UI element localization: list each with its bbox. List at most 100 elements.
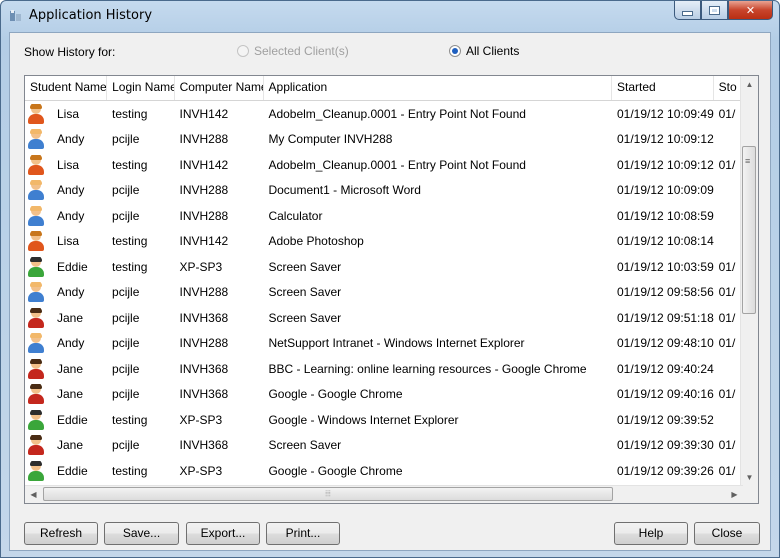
scrollbar-corner	[741, 486, 758, 503]
column-started[interactable]: Started	[612, 76, 714, 100]
radio-circle-icon	[237, 45, 249, 57]
horizontal-scroll-thumb[interactable]: ⦙⦙⦙	[43, 487, 613, 501]
cell-student-name: Jane	[25, 384, 107, 405]
cell-computer-name: INVH288	[179, 285, 229, 300]
cell-started: 01/19/12 09:39:52	[616, 412, 714, 427]
cell-student-name: Lisa	[25, 103, 107, 124]
cell-student-name: Jane	[25, 307, 107, 328]
minimize-button[interactable]	[674, 1, 701, 20]
all-clients-radio[interactable]: All Clients	[449, 44, 519, 58]
cell-application: Google - Google Chrome	[268, 463, 403, 478]
help-button[interactable]: Help	[614, 522, 688, 545]
student-avatar-icon	[27, 460, 45, 481]
student-avatar-icon	[27, 205, 45, 226]
column-stopped[interactable]: Sto	[714, 76, 743, 100]
vertical-scroll-thumb[interactable]	[742, 146, 756, 314]
cell-started: 01/19/12 10:03:59	[616, 259, 714, 274]
student-name-text: Lisa	[57, 234, 80, 249]
cell-login-name: pcijle	[112, 336, 140, 351]
history-list[interactable]: Student Name Login Name Computer Name Ap…	[24, 75, 759, 504]
save-button[interactable]: Save...	[104, 522, 179, 545]
cell-computer-name: INVH288	[179, 208, 229, 223]
export-button[interactable]: Export...	[186, 522, 260, 545]
close-window-button[interactable]: ✕	[728, 1, 773, 20]
app-history-icon	[10, 10, 21, 21]
cell-login-name: pcijle	[112, 438, 140, 453]
caption-buttons: ✕	[674, 1, 773, 21]
cell-stopped: 01/	[718, 463, 736, 478]
minimize-icon	[682, 10, 693, 16]
student-name-text: Lisa	[57, 157, 80, 172]
table-row[interactable]: Andy pcijle INVH288 Document1 - Microsoft W…	[25, 178, 743, 204]
table-row[interactable]: Andy pcijle INVH288 Calculator 01/19/12 10:0…	[25, 203, 743, 229]
table-row[interactable]: Jane pcijle INVH368 Screen Saver 01/19/12 09…	[25, 433, 743, 459]
application-history-window: Application History ✕ Show History for: …	[0, 0, 780, 558]
column-login-name[interactable]: Login Name	[107, 76, 175, 100]
cell-login-name: testing	[112, 234, 148, 249]
table-row[interactable]: Lisa testing INVH142 Adobelm_Cleanup.0001 -…	[25, 152, 743, 178]
student-name-text: Andy	[57, 208, 85, 223]
cell-started: 01/19/12 10:09:12	[616, 157, 714, 172]
column-computer-name[interactable]: Computer Name	[175, 76, 264, 100]
list-rows: Lisa testing INVH142 Adobelm_Cleanup.0001 -…	[25, 101, 743, 503]
student-avatar-icon	[27, 231, 45, 252]
horizontal-scrollbar[interactable]: ◀ ⦙⦙⦙ ▶	[25, 485, 743, 503]
cell-student-name: Eddie	[25, 256, 107, 277]
table-row[interactable]: Lisa testing INVH142 Adobe Photoshop 01/19/1…	[25, 229, 743, 255]
table-row[interactable]: Eddie testing XP-SP3 Google - Google Chrome…	[25, 458, 743, 484]
table-row[interactable]: Eddie testing XP-SP3 Google - Windows Inter…	[25, 407, 743, 433]
column-application[interactable]: Application	[264, 76, 612, 100]
title-bar[interactable]: Application History ✕	[1, 1, 779, 31]
cell-started: 01/19/12 10:09:49	[616, 106, 714, 121]
scroll-left-icon[interactable]: ◀	[25, 486, 42, 503]
table-row[interactable]: Jane pcijle INVH368 BBC - Learning: online …	[25, 356, 743, 382]
selected-clients-label: Selected Client(s)	[254, 44, 349, 58]
student-name-text: Eddie	[57, 463, 88, 478]
close-button[interactable]: Close	[694, 522, 760, 545]
column-student-name[interactable]: Student Name	[25, 76, 108, 100]
student-name-text: Jane	[57, 387, 84, 402]
cell-application: BBC - Learning: online learning resource…	[268, 361, 587, 376]
cell-computer-name: INVH368	[179, 361, 229, 376]
student-avatar-icon	[27, 384, 45, 405]
cell-computer-name: INVH368	[179, 387, 229, 402]
table-row[interactable]: Eddie testing XP-SP3 Screen Saver 01/19/12 1…	[25, 254, 743, 280]
all-clients-label: All Clients	[466, 44, 520, 58]
cell-started: 01/19/12 10:08:59	[616, 208, 714, 223]
cell-computer-name: INVH288	[179, 132, 229, 147]
list-header: Student Name Login Name Computer Name Ap…	[25, 76, 743, 101]
cell-stopped: 01/	[718, 438, 736, 453]
selected-clients-radio[interactable]: Selected Client(s)	[237, 44, 349, 58]
table-row[interactable]: Lisa testing INVH142 Adobelm_Cleanup.0001 -…	[25, 101, 743, 127]
student-name-text: Jane	[57, 438, 84, 453]
cell-student-name: Andy	[25, 333, 107, 354]
cell-application: Screen Saver	[268, 438, 342, 453]
student-name-text: Andy	[57, 336, 85, 351]
student-name-text: Andy	[57, 183, 85, 198]
refresh-button[interactable]: Refresh	[24, 522, 98, 545]
dialog-body: Show History for: Selected Client(s) All…	[9, 32, 771, 551]
cell-application: Screen Saver	[268, 285, 342, 300]
vertical-scrollbar[interactable]: ▲ ≡ ▼	[740, 76, 758, 486]
student-avatar-icon	[27, 154, 45, 175]
table-row[interactable]: Jane pcijle INVH368 Google - Google Chrome 0…	[25, 382, 743, 408]
table-row[interactable]: Jane pcijle INVH368 Screen Saver 01/19/12 09…	[25, 305, 743, 331]
table-row[interactable]: Andy pcijle INVH288 My Computer INVH288 01/1…	[25, 127, 743, 153]
scroll-up-icon[interactable]: ▲	[741, 76, 758, 93]
cell-login-name: testing	[112, 259, 148, 274]
student-name-text: Andy	[57, 132, 85, 147]
window-title: Application History	[29, 8, 153, 23]
cell-stopped: 01/	[718, 336, 736, 351]
student-avatar-icon	[27, 103, 45, 124]
scroll-down-icon[interactable]: ▼	[741, 469, 758, 486]
print-button[interactable]: Print...	[266, 522, 340, 545]
cell-application: Adobelm_Cleanup.0001 - Entry Point Not F…	[268, 157, 526, 172]
table-row[interactable]: Andy pcijle INVH288 NetSupport Intranet - W…	[25, 331, 743, 357]
student-avatar-icon	[27, 409, 45, 430]
cell-computer-name: INVH142	[179, 234, 229, 249]
cell-computer-name: INVH288	[179, 336, 229, 351]
maximize-icon	[709, 5, 720, 15]
cell-student-name: Andy	[25, 180, 107, 201]
table-row[interactable]: Andy pcijle INVH288 Screen Saver 01/19/12 09…	[25, 280, 743, 306]
maximize-button[interactable]	[701, 1, 728, 20]
